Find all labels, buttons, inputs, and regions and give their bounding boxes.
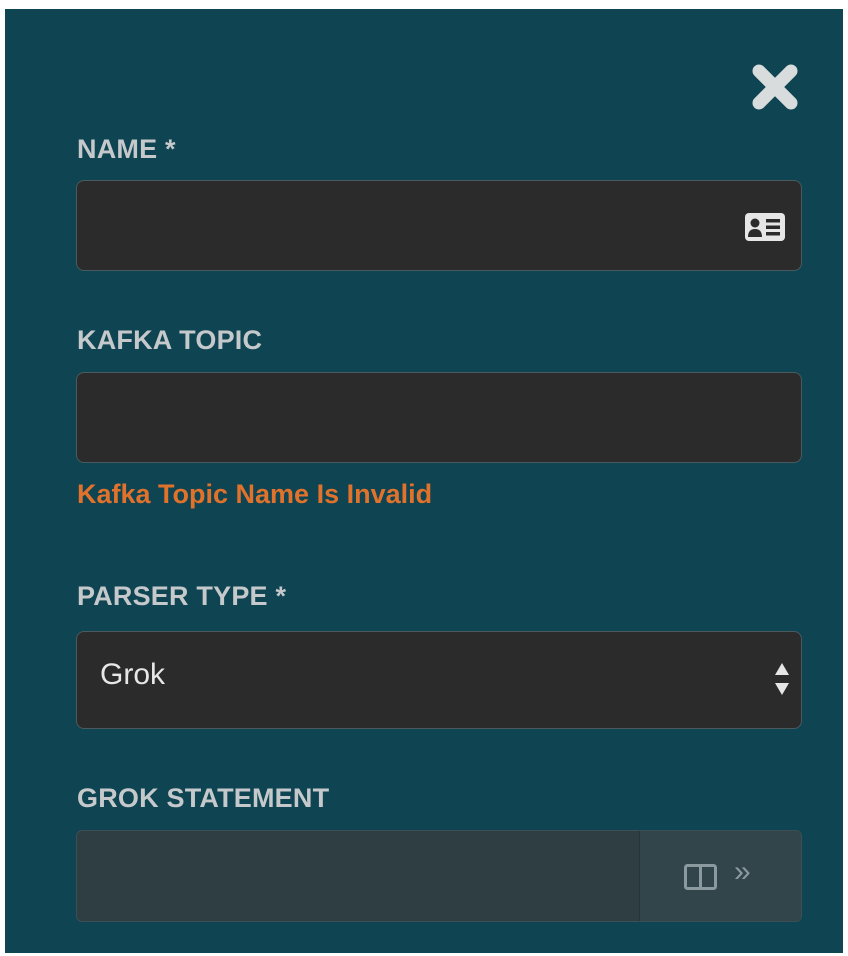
parser-type-select[interactable]: Grok [76,631,802,729]
grok-statement-group: » [76,830,802,922]
kafka-topic-error: Kafka Topic Name Is Invalid [77,479,433,509]
sort-arrows-icon [775,663,789,695]
parser-type-label: PARSER TYPE * [77,581,287,611]
name-field[interactable] [76,180,802,271]
kafka-topic-field[interactable] [76,372,802,463]
kafka-topic-label: KAFKA TOPIC [77,325,263,355]
double-chevron-right-icon: » [734,855,751,888]
grok-statement-field[interactable] [77,831,639,921]
close-button[interactable] [747,59,803,115]
parser-type-value: Grok [100,658,166,691]
grok-editor-button[interactable]: » [639,831,801,921]
split-view-icon [684,864,717,890]
id-card-icon [745,213,785,241]
name-label: NAME * [77,134,176,164]
grok-statement-label: GROK STATEMENT [77,783,330,813]
close-icon [752,64,798,110]
